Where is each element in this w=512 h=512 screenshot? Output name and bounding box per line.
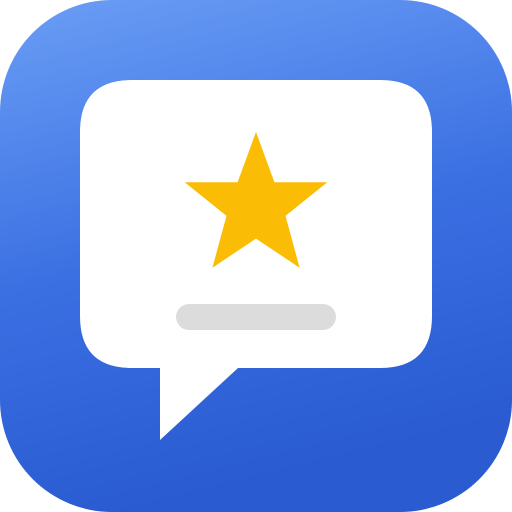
app-icon-graphic	[0, 0, 512, 512]
placeholder-line	[176, 304, 336, 330]
app-icon	[0, 0, 512, 512]
